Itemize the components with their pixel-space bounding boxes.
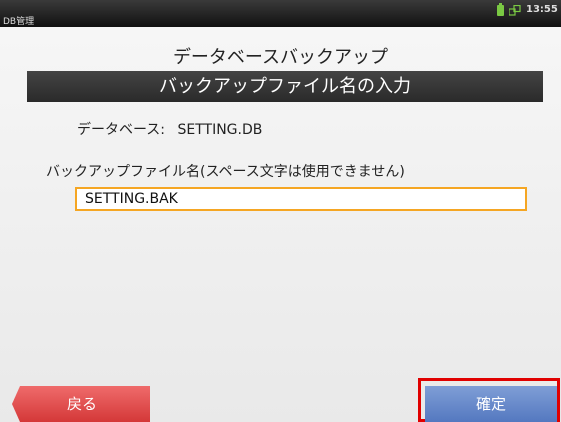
battery-icon xyxy=(497,3,504,16)
backup-filename-label: バックアップファイル名(スペース文字は使用できません) xyxy=(46,164,405,180)
database-label: データベース: xyxy=(77,122,166,138)
app-title: DB管理 xyxy=(3,17,35,27)
clock: 13:55 xyxy=(526,4,558,15)
database-info: データベース: SETTING.DB xyxy=(77,119,262,139)
confirm-button[interactable]: 確定 xyxy=(425,386,557,422)
section-header: バックアップファイル名の入力 xyxy=(27,71,543,102)
status-bar: DB管理 13:55 xyxy=(0,0,561,27)
page-title: データベースバックアップ xyxy=(172,47,389,68)
back-button[interactable]: 戻る xyxy=(12,386,150,422)
network-icon xyxy=(509,5,521,16)
database-value: SETTING.DB xyxy=(177,122,263,138)
backup-filename-input[interactable] xyxy=(75,187,527,211)
